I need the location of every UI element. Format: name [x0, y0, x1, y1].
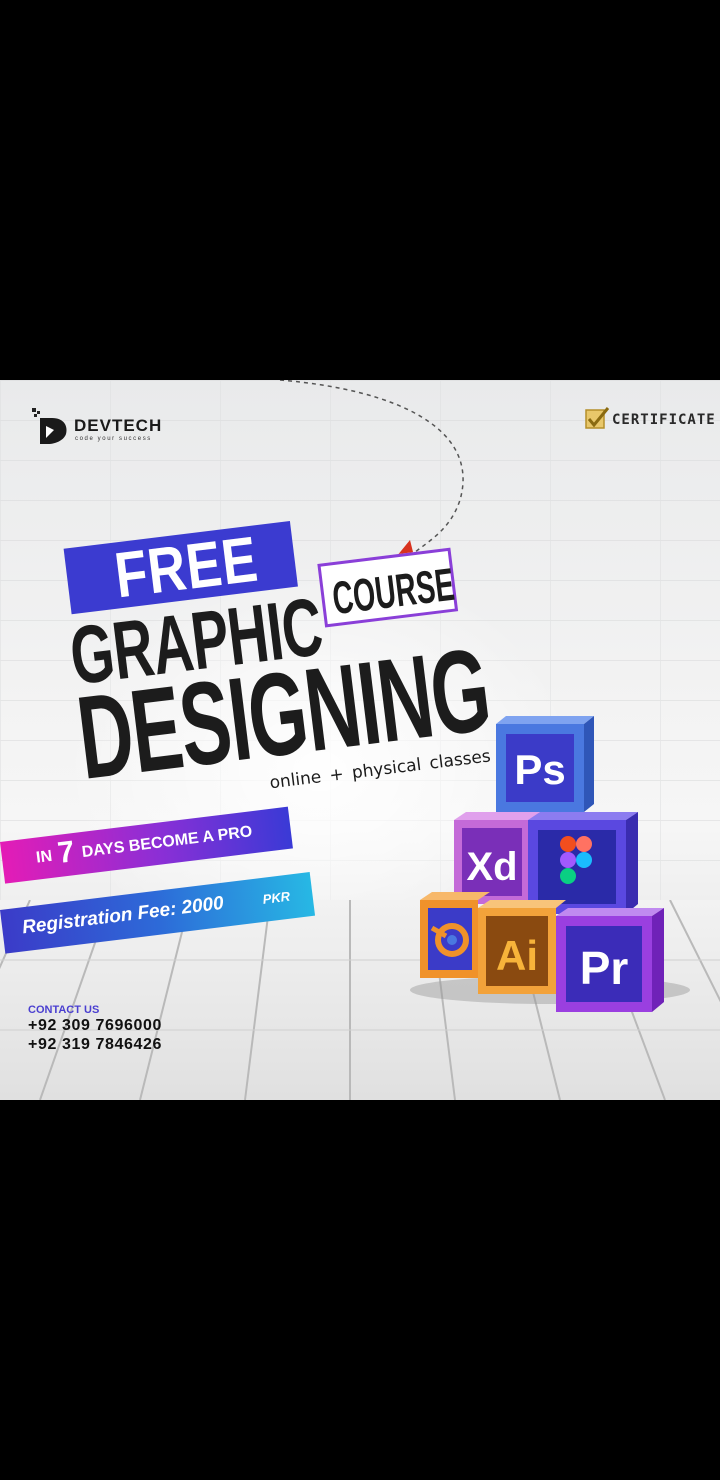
premiere-label: Pr [580, 942, 629, 994]
photoshop-icon: Ps [496, 716, 594, 812]
illustrator-label: Ai [496, 932, 538, 979]
photoshop-label: Ps [514, 746, 565, 793]
figma-icon [528, 812, 638, 914]
premiere-icon: Pr [556, 908, 664, 1012]
software-cubes: Ps Xd Ai Pr [410, 716, 690, 1012]
adobe-xd-icon: Xd [454, 812, 540, 904]
xd-label: Xd [466, 845, 517, 889]
course-poster: DEVTECH code your success CERTIFICATE FR… [0, 380, 720, 1100]
illustrator-icon: Ai [478, 900, 566, 994]
